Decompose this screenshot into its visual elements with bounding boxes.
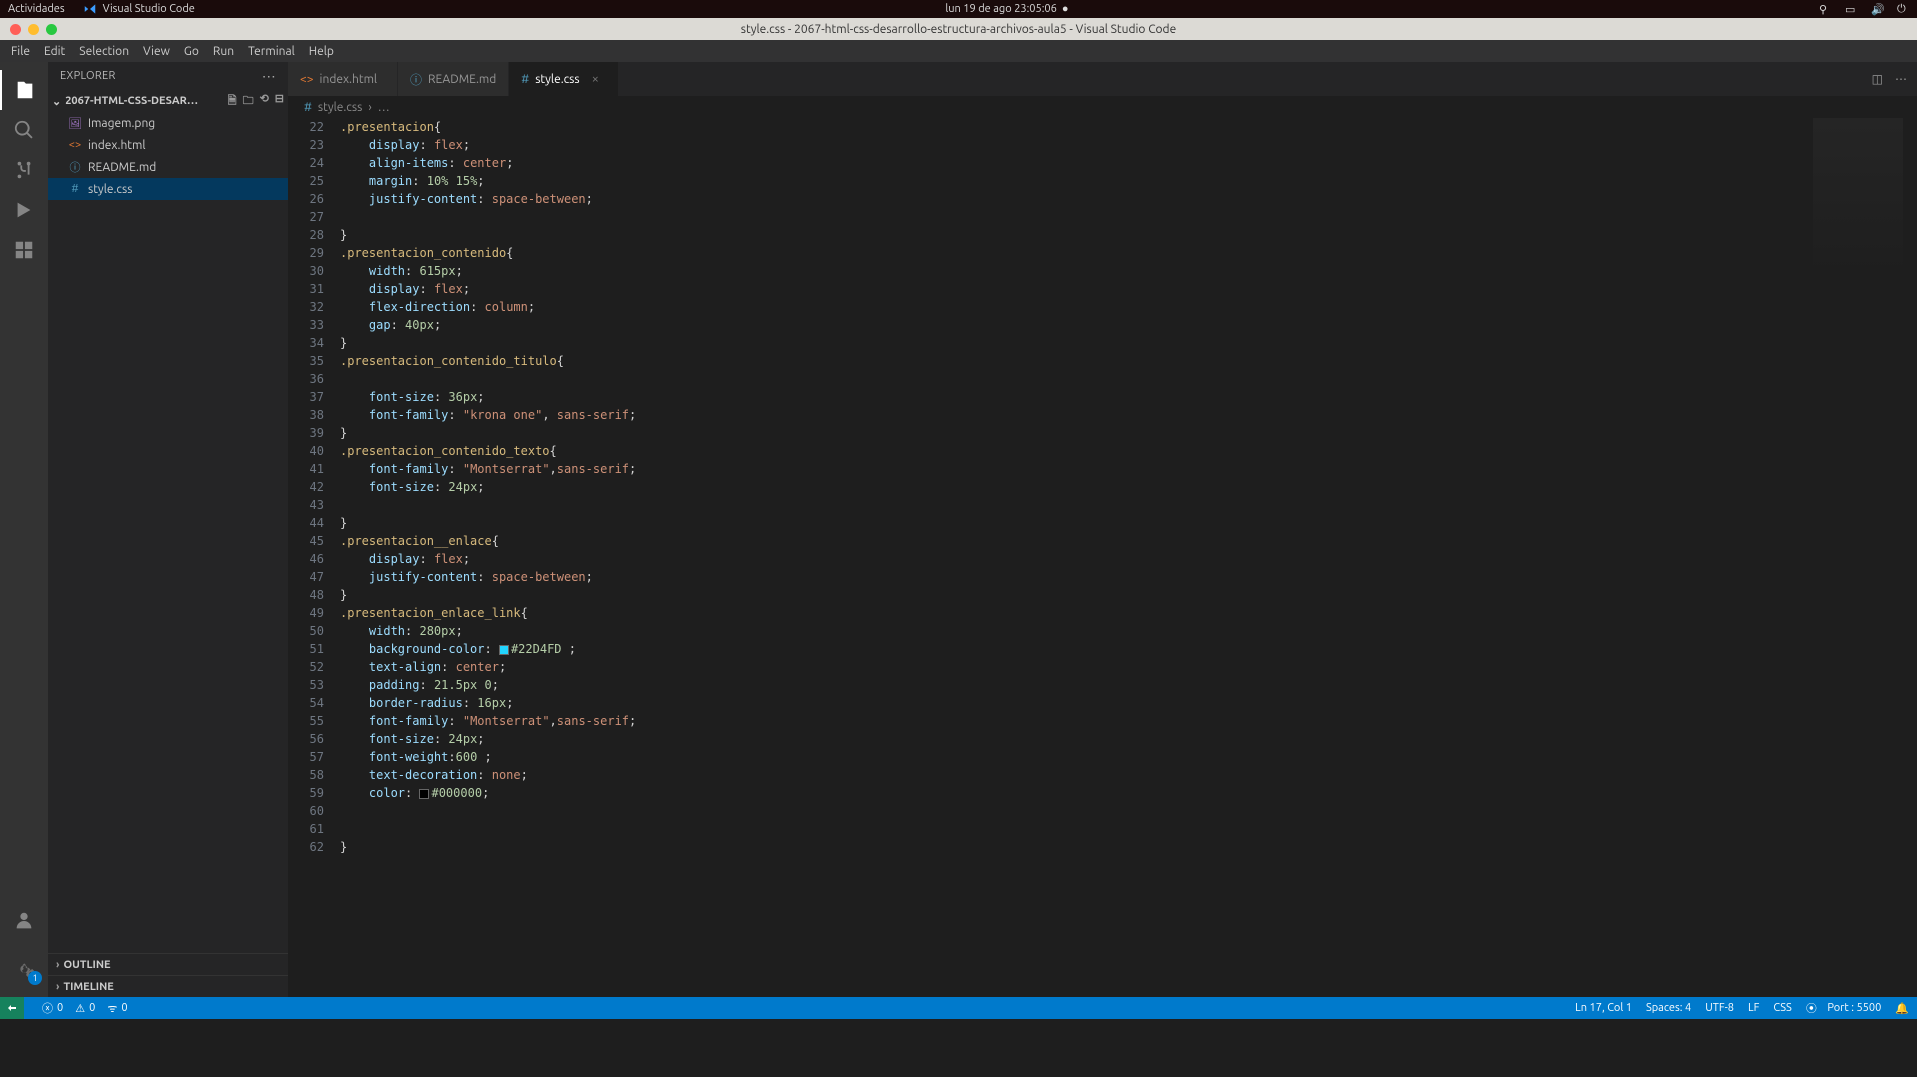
refresh-icon[interactable]: ⟲ xyxy=(260,92,269,111)
collapse-icon[interactable]: ⊟ xyxy=(275,92,284,111)
activities-label[interactable]: Actividades xyxy=(8,3,65,15)
editor-more-icon[interactable]: ⋯ xyxy=(1895,72,1907,86)
menu-file[interactable]: File xyxy=(4,42,37,61)
os-topbar: Actividades Visual Studio Code lun 19 de… xyxy=(0,0,1917,18)
tab-label: README.md xyxy=(428,73,496,86)
activity-search[interactable] xyxy=(0,110,48,150)
file-item-imagem-png[interactable]: 🖼 Imagem.png xyxy=(48,112,288,134)
color-swatch xyxy=(499,645,509,655)
activity-bar: 1 xyxy=(0,62,48,997)
breadcrumb-rest: … xyxy=(378,101,390,114)
sidebar-more-icon[interactable]: ⋯ xyxy=(262,68,276,85)
menu-selection[interactable]: Selection xyxy=(72,42,136,61)
statusbar: ⓧ0 ⚠0 ᯤ0 Ln 17, Col 1 Spaces: 4 UTF-8 LF… xyxy=(0,997,1917,1019)
folder-name: 2067-HTML-CSS-DESAR… xyxy=(65,95,198,107)
broadcast-icon: ⦿ xyxy=(1806,1000,1817,1016)
folder-header[interactable]: ⌄ 2067-HTML-CSS-DESAR… 🗎 🗀 ⟲ ⊟ xyxy=(48,90,288,112)
file-item-readme-md[interactable]: ⓘ README.md xyxy=(48,156,288,178)
status-liveserver[interactable]: ⦿ Port : 5500 xyxy=(1806,1000,1881,1016)
new-folder-icon[interactable]: 🗀 xyxy=(243,92,254,111)
editor-area: <> index.html ⓘ README.md # style.css × ◫ ⋯ # … xyxy=(288,62,1917,997)
md-file-icon: ⓘ xyxy=(68,159,82,175)
code-text[interactable]: .presentacion{ display: flex; align-item… xyxy=(340,118,1917,997)
sidebar: EXPLORER ⋯ ⌄ 2067-HTML-CSS-DESAR… 🗎 🗀 ⟲ … xyxy=(48,62,288,997)
activity-extensions[interactable] xyxy=(0,230,48,270)
split-editor-icon[interactable]: ◫ xyxy=(1872,72,1883,86)
window-titlebar: style.css - 2067-html-css-desarrollo-est… xyxy=(0,18,1917,40)
remote-indicator[interactable] xyxy=(0,997,24,1019)
sidebar-title: EXPLORER xyxy=(60,70,116,82)
status-lncol[interactable]: Ln 17, Col 1 xyxy=(1575,1002,1632,1014)
css-file-icon: # xyxy=(304,101,312,114)
activity-explorer[interactable] xyxy=(0,70,48,110)
html-file-icon: <> xyxy=(68,139,82,151)
css-file-icon: # xyxy=(521,73,529,86)
status-encoding[interactable]: UTF-8 xyxy=(1705,1002,1734,1014)
file-tree: 🖼 Imagem.png <> index.html ⓘ README.md # style.… xyxy=(48,112,288,953)
timeline-section[interactable]: ›TIMELINE xyxy=(48,975,288,997)
status-notifications[interactable]: 🔔 xyxy=(1895,1002,1909,1015)
file-item-index-html[interactable]: <> index.html xyxy=(48,134,288,156)
new-file-icon[interactable]: 🗎 xyxy=(228,92,237,111)
breadcrumb[interactable]: # style.css › … xyxy=(288,96,1917,118)
error-icon: ⓧ xyxy=(42,1000,53,1016)
warning-icon: ⚠ xyxy=(75,1002,85,1015)
md-file-icon: ⓘ xyxy=(410,71,422,88)
app-indicator[interactable]: Visual Studio Code xyxy=(83,2,195,16)
vscode-icon xyxy=(83,2,97,16)
chevron-down-icon: ⌄ xyxy=(52,95,61,108)
window-minimize-button[interactable] xyxy=(28,24,39,35)
line-gutter: 2223242526272829303132333435363738394041… xyxy=(288,118,340,997)
html-file-icon: <> xyxy=(300,73,314,86)
settings-badge: 1 xyxy=(28,971,42,985)
power-icon[interactable]: ⏻ xyxy=(1897,3,1909,15)
window-close-button[interactable] xyxy=(10,24,21,35)
css-file-icon: # xyxy=(68,183,82,195)
menu-go[interactable]: Go xyxy=(177,42,206,61)
file-label: Imagem.png xyxy=(88,117,155,130)
tab-label: style.css xyxy=(535,73,579,86)
editor-tabs: <> index.html ⓘ README.md # style.css × ◫ ⋯ xyxy=(288,62,1917,96)
menu-help[interactable]: Help xyxy=(302,42,341,61)
activity-settings[interactable]: 1 xyxy=(0,949,48,989)
file-label: index.html xyxy=(88,139,146,152)
status-spaces[interactable]: Spaces: 4 xyxy=(1646,1002,1691,1014)
status-warnings[interactable]: ⚠0 xyxy=(75,1002,95,1015)
volume-icon[interactable]: 🔊 xyxy=(1871,3,1883,15)
file-label: style.css xyxy=(88,183,132,196)
menu-edit[interactable]: Edit xyxy=(37,42,72,61)
accessibility-icon[interactable]: ⚲ xyxy=(1819,3,1831,15)
tab-label: index.html xyxy=(320,73,378,86)
status-errors[interactable]: ⓧ0 xyxy=(42,1000,63,1016)
network-icon[interactable]: ▭ xyxy=(1845,3,1857,15)
status-ports[interactable]: ᯤ0 xyxy=(107,1001,127,1016)
close-icon[interactable]: × xyxy=(592,72,599,86)
activity-source-control[interactable] xyxy=(0,150,48,190)
app-name: Visual Studio Code xyxy=(103,3,195,15)
menu-terminal[interactable]: Terminal xyxy=(241,42,302,61)
window-title: style.css - 2067-html-css-desarrollo-est… xyxy=(0,23,1917,36)
minimap[interactable] xyxy=(1813,118,1903,318)
status-lang[interactable]: CSS xyxy=(1773,1002,1791,1014)
menu-run[interactable]: Run xyxy=(206,42,241,61)
tab-style-css[interactable]: # style.css × xyxy=(509,62,619,96)
menubar: FileEditSelectionViewGoRunTerminalHelp xyxy=(0,40,1917,62)
breadcrumb-file: style.css xyxy=(318,101,362,114)
outline-section[interactable]: ›OUTLINE xyxy=(48,953,288,975)
activity-accounts[interactable] xyxy=(0,901,48,941)
window-maximize-button[interactable] xyxy=(46,24,57,35)
img-file-icon: 🖼 xyxy=(68,117,82,130)
activity-run-debug[interactable] xyxy=(0,190,48,230)
status-eol[interactable]: LF xyxy=(1748,1002,1759,1014)
code-editor[interactable]: 2223242526272829303132333435363738394041… xyxy=(288,118,1917,997)
menu-view[interactable]: View xyxy=(136,42,177,61)
clock[interactable]: lun 19 de ago 23:05:06 ● xyxy=(195,3,1819,15)
tab-readme-md[interactable]: ⓘ README.md xyxy=(398,62,509,96)
color-swatch xyxy=(419,789,429,799)
file-item-style-css[interactable]: # style.css xyxy=(48,178,288,200)
file-label: README.md xyxy=(88,161,156,174)
radio-icon: ᯤ xyxy=(107,1001,117,1016)
breadcrumb-sep: › xyxy=(368,101,371,114)
tab-index-html[interactable]: <> index.html xyxy=(288,62,398,96)
